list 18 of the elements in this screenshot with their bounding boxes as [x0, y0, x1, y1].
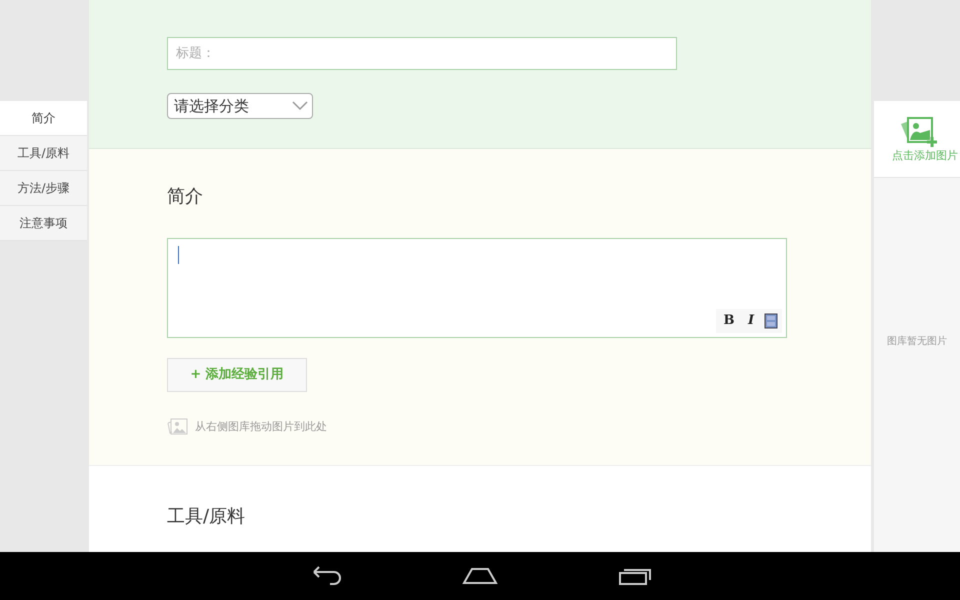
bold-button[interactable]: B	[720, 311, 738, 331]
chevron-down-icon	[292, 101, 308, 111]
recent-apps-icon[interactable]	[618, 566, 652, 586]
empty-gallery-text: 图库暂无图片	[887, 334, 947, 348]
section-heading: 简介	[167, 185, 204, 209]
video-icon[interactable]	[764, 313, 778, 329]
nav-tab[interactable]: 工具/原料	[0, 136, 87, 171]
section-heading: 工具/原料	[167, 506, 246, 527]
drag-hint: 从右侧图库拖动图片到此处	[195, 418, 327, 435]
nav-tab[interactable]: 简介	[0, 101, 87, 136]
category-select[interactable]: 请选择分类	[167, 93, 313, 119]
italic-button[interactable]: I	[742, 311, 760, 331]
home-icon[interactable]	[462, 567, 498, 585]
nav-tab[interactable]: 注意事项	[0, 206, 87, 241]
nav-tab[interactable]: 方法/步骤	[0, 171, 87, 206]
image-icon	[167, 418, 189, 436]
title-field[interactable]: 标题：	[167, 37, 677, 70]
text-editor[interactable]: B I	[167, 238, 787, 338]
